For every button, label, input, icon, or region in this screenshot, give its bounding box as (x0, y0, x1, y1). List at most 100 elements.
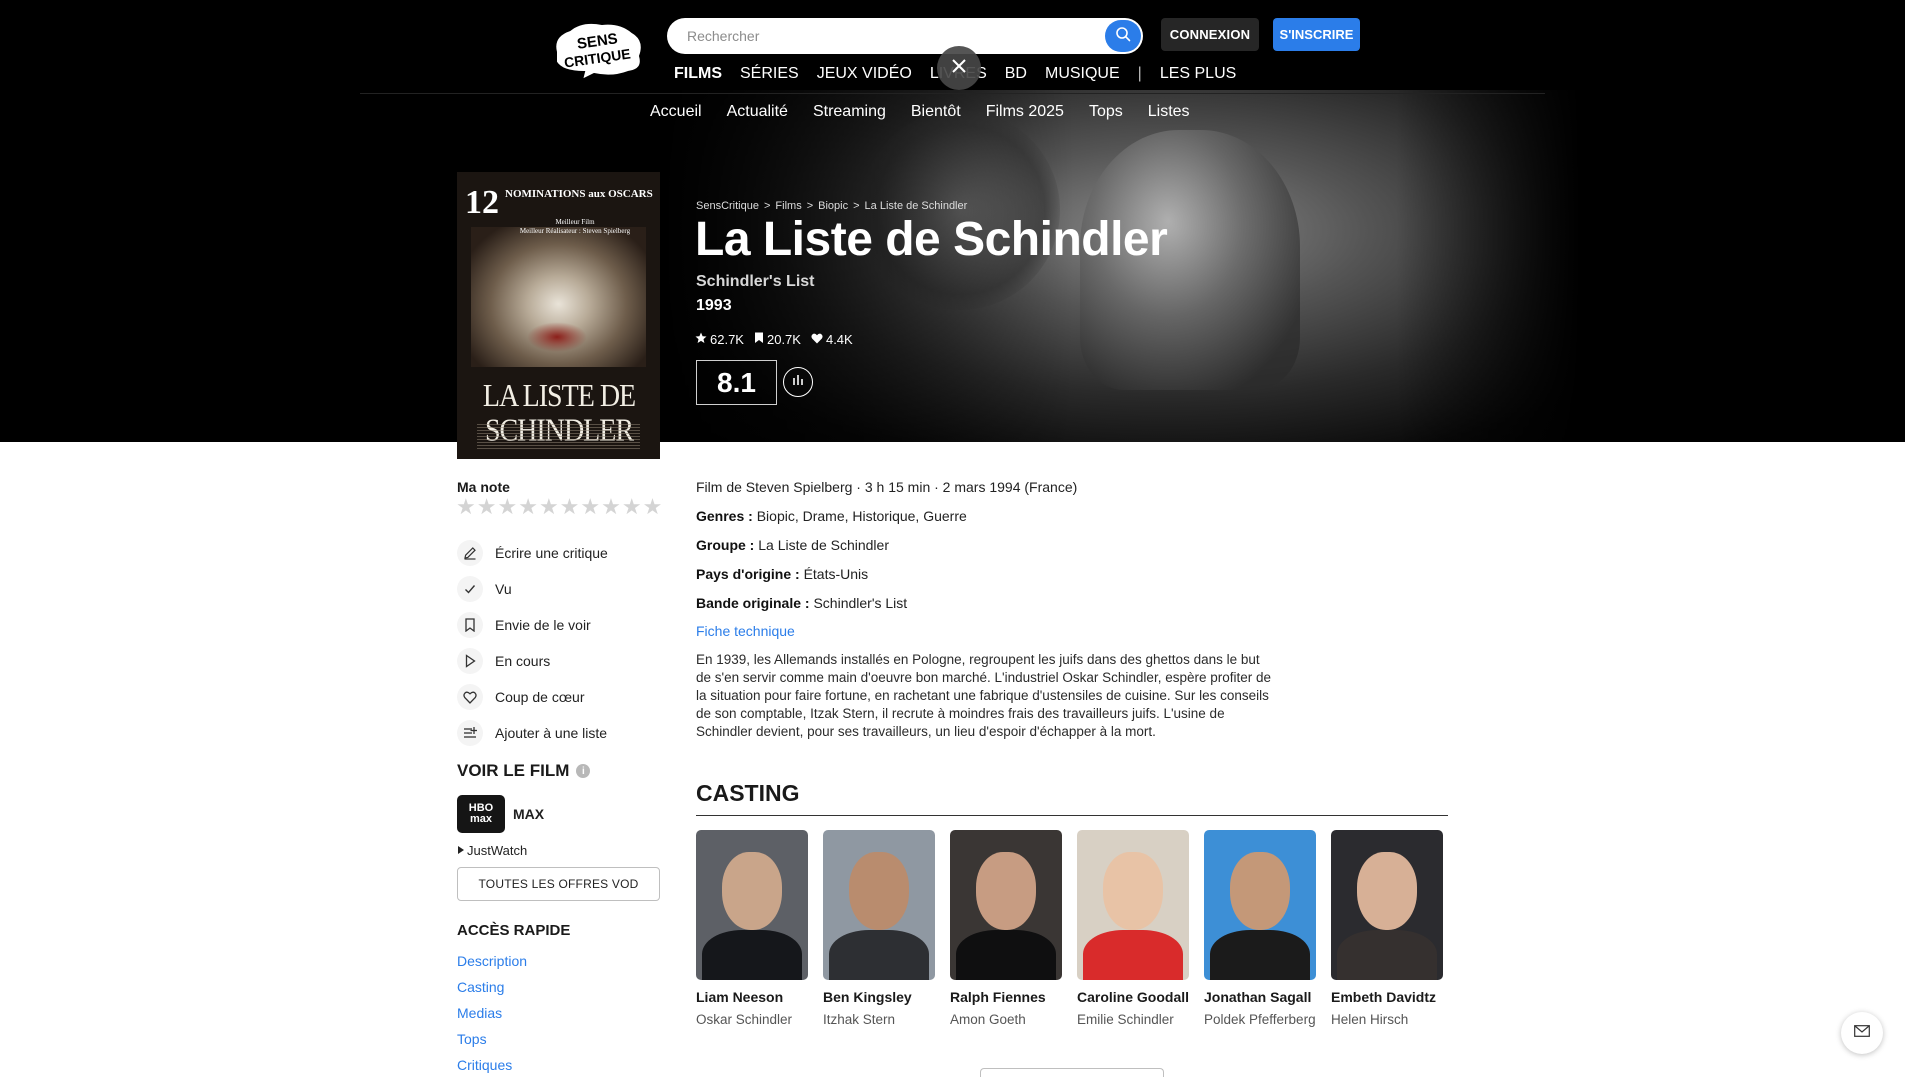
breadcrumb-item[interactable]: Biopic (818, 200, 848, 212)
action-list: Écrire une critique Vu Envie de le voir … (457, 535, 667, 751)
poster-number: 12 (465, 184, 499, 221)
cast-card[interactable]: Liam Neeson Oskar Schindler (696, 830, 808, 1029)
poster-line-3: Meilleur Réalisateur : Steven Spielberg (519, 227, 631, 235)
search-bar[interactable] (667, 18, 1143, 54)
rating-star-icon[interactable]: ★ (622, 494, 642, 520)
hbo-max-logo: HBO max (457, 795, 505, 833)
actor-name[interactable]: Caroline Goodall (1077, 988, 1189, 1006)
technical-sheet-link[interactable]: Fiche technique (696, 623, 795, 639)
rating-star-icon[interactable]: ★ (601, 494, 621, 520)
movie-poster[interactable]: 12 NOMINATIONS aux OSCARS Meilleur Film … (457, 172, 660, 459)
action-label: Ajouter à une liste (495, 725, 608, 741)
action-label: Écrire une critique (495, 545, 608, 561)
quick-link-description[interactable]: Description (457, 950, 527, 976)
seen-action[interactable]: Vu (457, 571, 667, 607)
subnav-bientot[interactable]: Bientôt (911, 103, 961, 125)
info-icon[interactable]: i (576, 764, 591, 778)
pencil-icon (457, 540, 483, 566)
search-input[interactable] (687, 18, 1087, 54)
wishlist-action[interactable]: Envie de le voir (457, 607, 667, 643)
rating-star-icon[interactable]: ★ (560, 494, 580, 520)
subnav-listes[interactable]: Listes (1148, 103, 1190, 125)
rating-stars[interactable]: ★ ★ ★ ★ ★ ★ ★ ★ ★ ★ (456, 494, 662, 520)
nav-divider (360, 93, 1545, 94)
original-title: Schindler's List (696, 273, 815, 290)
contact-button[interactable] (1841, 1012, 1883, 1054)
quick-link-medias[interactable]: Medias (457, 1002, 527, 1028)
rating-star-icon[interactable]: ★ (539, 494, 559, 520)
show-more-button[interactable] (980, 1068, 1164, 1077)
in-progress-action[interactable]: En cours (457, 643, 667, 679)
justwatch-logo[interactable]: JustWatch (457, 843, 527, 858)
rating-star-icon[interactable]: ★ (518, 494, 538, 520)
cast-card[interactable]: Embeth Davidtz Helen Hirsch (1331, 830, 1443, 1029)
rating-star-icon[interactable]: ★ (643, 494, 663, 520)
check-icon (457, 576, 483, 602)
actor-name[interactable]: Embeth Davidtz (1331, 988, 1443, 1006)
rating-star-icon[interactable]: ★ (456, 494, 476, 520)
senscritique-logo[interactable]: SENS CRITIQUE (548, 18, 648, 82)
nav-films[interactable]: FILMS (674, 65, 722, 83)
add-to-list-action[interactable]: Ajouter à une liste (457, 715, 667, 751)
actor-role: Oskar Schindler (696, 1012, 793, 1027)
nav-les-plus[interactable]: LES PLUS (1160, 65, 1236, 83)
subnav-tops[interactable]: Tops (1089, 103, 1123, 125)
casting-title: CASTING (696, 780, 800, 806)
breadcrumb-item[interactable]: SensCritique (696, 200, 759, 212)
average-score: 8.1 (696, 360, 777, 405)
actor-name[interactable]: Liam Neeson (696, 988, 808, 1006)
quick-link-casting[interactable]: Casting (457, 976, 527, 1002)
rating-distribution-button[interactable] (783, 367, 813, 397)
cast-card[interactable]: Jonathan Sagall Poldek Pfefferberg (1204, 830, 1316, 1029)
signup-button[interactable]: S'INSCRIRE (1273, 18, 1360, 51)
sub-nav: Accueil Actualité Streaming Bientôt Film… (650, 103, 1215, 125)
synopsis: En 1939, les Allemands installés en Polo… (696, 652, 1272, 739)
subnav-accueil[interactable]: Accueil (650, 103, 702, 125)
nav-musique[interactable]: MUSIQUE (1045, 65, 1120, 83)
nav-series[interactable]: SÉRIES (740, 65, 799, 83)
streaming-provider[interactable]: HBO max MAX (457, 795, 544, 833)
subnav-streaming[interactable]: Streaming (813, 103, 886, 125)
actor-role: Itzhak Stern (823, 1012, 896, 1027)
actor-role: Poldek Pfefferberg (1204, 1012, 1316, 1027)
rating-star-icon[interactable]: ★ (580, 494, 600, 520)
mail-icon (1854, 1024, 1870, 1042)
quick-link-tops[interactable]: Tops (457, 1028, 527, 1054)
quick-link-critiques[interactable]: Critiques (457, 1054, 527, 1077)
actor-name[interactable]: Ben Kingsley (823, 988, 935, 1006)
country-row: Pays d'origine : États-Unis (696, 566, 869, 582)
action-label: Vu (495, 581, 512, 597)
rating-star-icon[interactable]: ★ (477, 494, 497, 520)
actor-photo (1204, 830, 1316, 980)
poster-nominations: NOMINATIONS aux OSCARS (505, 188, 653, 200)
action-label: Coup de cœur (495, 689, 585, 705)
subnav-actualite[interactable]: Actualité (727, 103, 788, 125)
actor-role: Helen Hirsch (1331, 1012, 1409, 1027)
cast-card[interactable]: Ralph Fiennes Amon Goeth (950, 830, 1062, 1029)
actor-role: Amon Goeth (950, 1012, 1026, 1027)
search-button[interactable] (1105, 20, 1141, 52)
actor-name[interactable]: Ralph Fiennes (950, 988, 1062, 1006)
casting-divider (696, 815, 1448, 816)
nav-jeux-video[interactable]: JEUX VIDÉO (817, 65, 912, 83)
actor-photo (823, 830, 935, 980)
release-year: 1993 (696, 297, 732, 314)
breadcrumb-item[interactable]: Films (775, 200, 801, 212)
nav-bd[interactable]: BD (1005, 65, 1027, 83)
close-button[interactable] (937, 46, 981, 90)
favorite-action[interactable]: Coup de cœur (457, 679, 667, 715)
subnav-films-2025[interactable]: Films 2025 (986, 103, 1064, 125)
actor-photo (950, 830, 1062, 980)
close-icon (951, 58, 967, 79)
cast-card[interactable]: Ben Kingsley Itzhak Stern (823, 830, 935, 1029)
all-vod-offers-button[interactable]: TOUTES LES OFFRES VOD (457, 867, 660, 901)
cast-card[interactable]: Caroline Goodall Emilie Schindler (1077, 830, 1189, 1029)
rating-star-icon[interactable]: ★ (497, 494, 517, 520)
cast-list: Liam Neeson Oskar Schindler Ben Kingsley It… (696, 830, 1443, 1029)
actor-name[interactable]: Jonathan Sagall (1204, 988, 1316, 1006)
poster-line-2: Meilleur Film (555, 218, 595, 226)
connexion-button[interactable]: CONNEXION (1161, 18, 1259, 51)
action-label: En cours (495, 653, 551, 669)
list-add-icon (457, 720, 483, 746)
write-review-action[interactable]: Écrire une critique (457, 535, 667, 571)
